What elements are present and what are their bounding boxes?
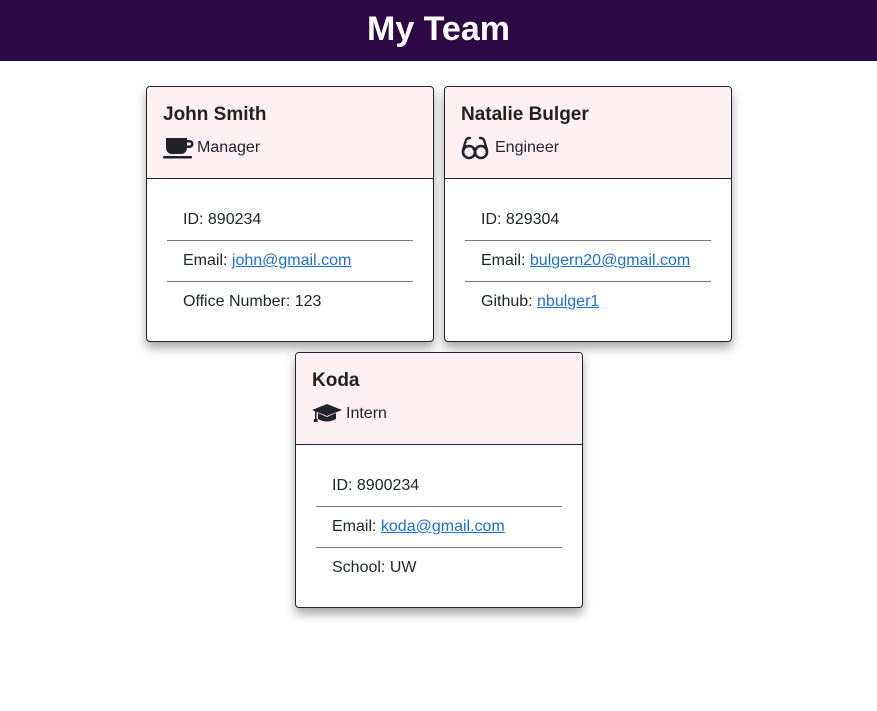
list-item-id: ID: 890234 (167, 200, 413, 241)
role-label: Engineer (495, 139, 560, 156)
list-item-email: Email: bulgern20@gmail.com (465, 241, 711, 282)
card-body: ID: 890234 Email: john@gmail.com Office … (147, 179, 433, 322)
coffee-mug-icon (163, 136, 195, 160)
id-text: ID: 8900234 (332, 477, 420, 494)
list-item-office: Office Number: 123 (167, 282, 413, 322)
employee-card-manager: John Smith Manager ID: 890234 Email: joh… (146, 86, 434, 342)
employee-name: Natalie Bulger (461, 104, 589, 125)
employee-name: Koda (312, 370, 360, 391)
employee-role: Manager (163, 136, 417, 160)
employee-card-engineer: Natalie Bulger Engineer ID: 829304 Email… (444, 86, 732, 342)
email-link[interactable]: koda@gmail.com (381, 518, 505, 535)
email-link[interactable]: bulgern20@gmail.com (530, 252, 690, 269)
card-body: ID: 8900234 Email: koda@gmail.com School… (296, 445, 582, 588)
card-header: Natalie Bulger Engineer (445, 87, 731, 179)
card-body: ID: 829304 Email: bulgern20@gmail.com Gi… (445, 179, 731, 322)
school-text: School: UW (332, 559, 417, 576)
email-label: Email: (183, 252, 232, 269)
glasses-icon (461, 136, 493, 160)
page-header: My Team (0, 0, 877, 61)
email-label: Email: (332, 518, 381, 535)
list-item-github: Github: nbulger1 (465, 282, 711, 322)
list-item-email: Email: koda@gmail.com (316, 507, 562, 548)
office-number-text: Office Number: 123 (183, 293, 322, 310)
list-item-school: School: UW (316, 548, 562, 588)
role-label: Intern (346, 405, 387, 422)
github-link[interactable]: nbulger1 (537, 293, 599, 310)
card-header: Koda Intern (296, 353, 582, 445)
list-item-id: ID: 829304 (465, 200, 711, 241)
id-text: ID: 829304 (481, 211, 560, 228)
list-item-id: ID: 8900234 (316, 466, 562, 507)
page-title: My Team (367, 9, 510, 48)
graduation-cap-icon (312, 402, 344, 426)
list-item-email: Email: john@gmail.com (167, 241, 413, 282)
email-link[interactable]: john@gmail.com (232, 252, 351, 269)
card-header: John Smith Manager (147, 87, 433, 179)
employee-name: John Smith (163, 104, 267, 125)
employee-role: Engineer (461, 136, 715, 160)
role-label: Manager (197, 139, 261, 156)
employee-role: Intern (312, 402, 566, 426)
email-label: Email: (481, 252, 530, 269)
employee-card-intern: Koda Intern ID: 8900234 Email: koda@gmai… (295, 352, 583, 608)
github-label: Github: (481, 293, 538, 310)
id-text: ID: 890234 (183, 211, 262, 228)
